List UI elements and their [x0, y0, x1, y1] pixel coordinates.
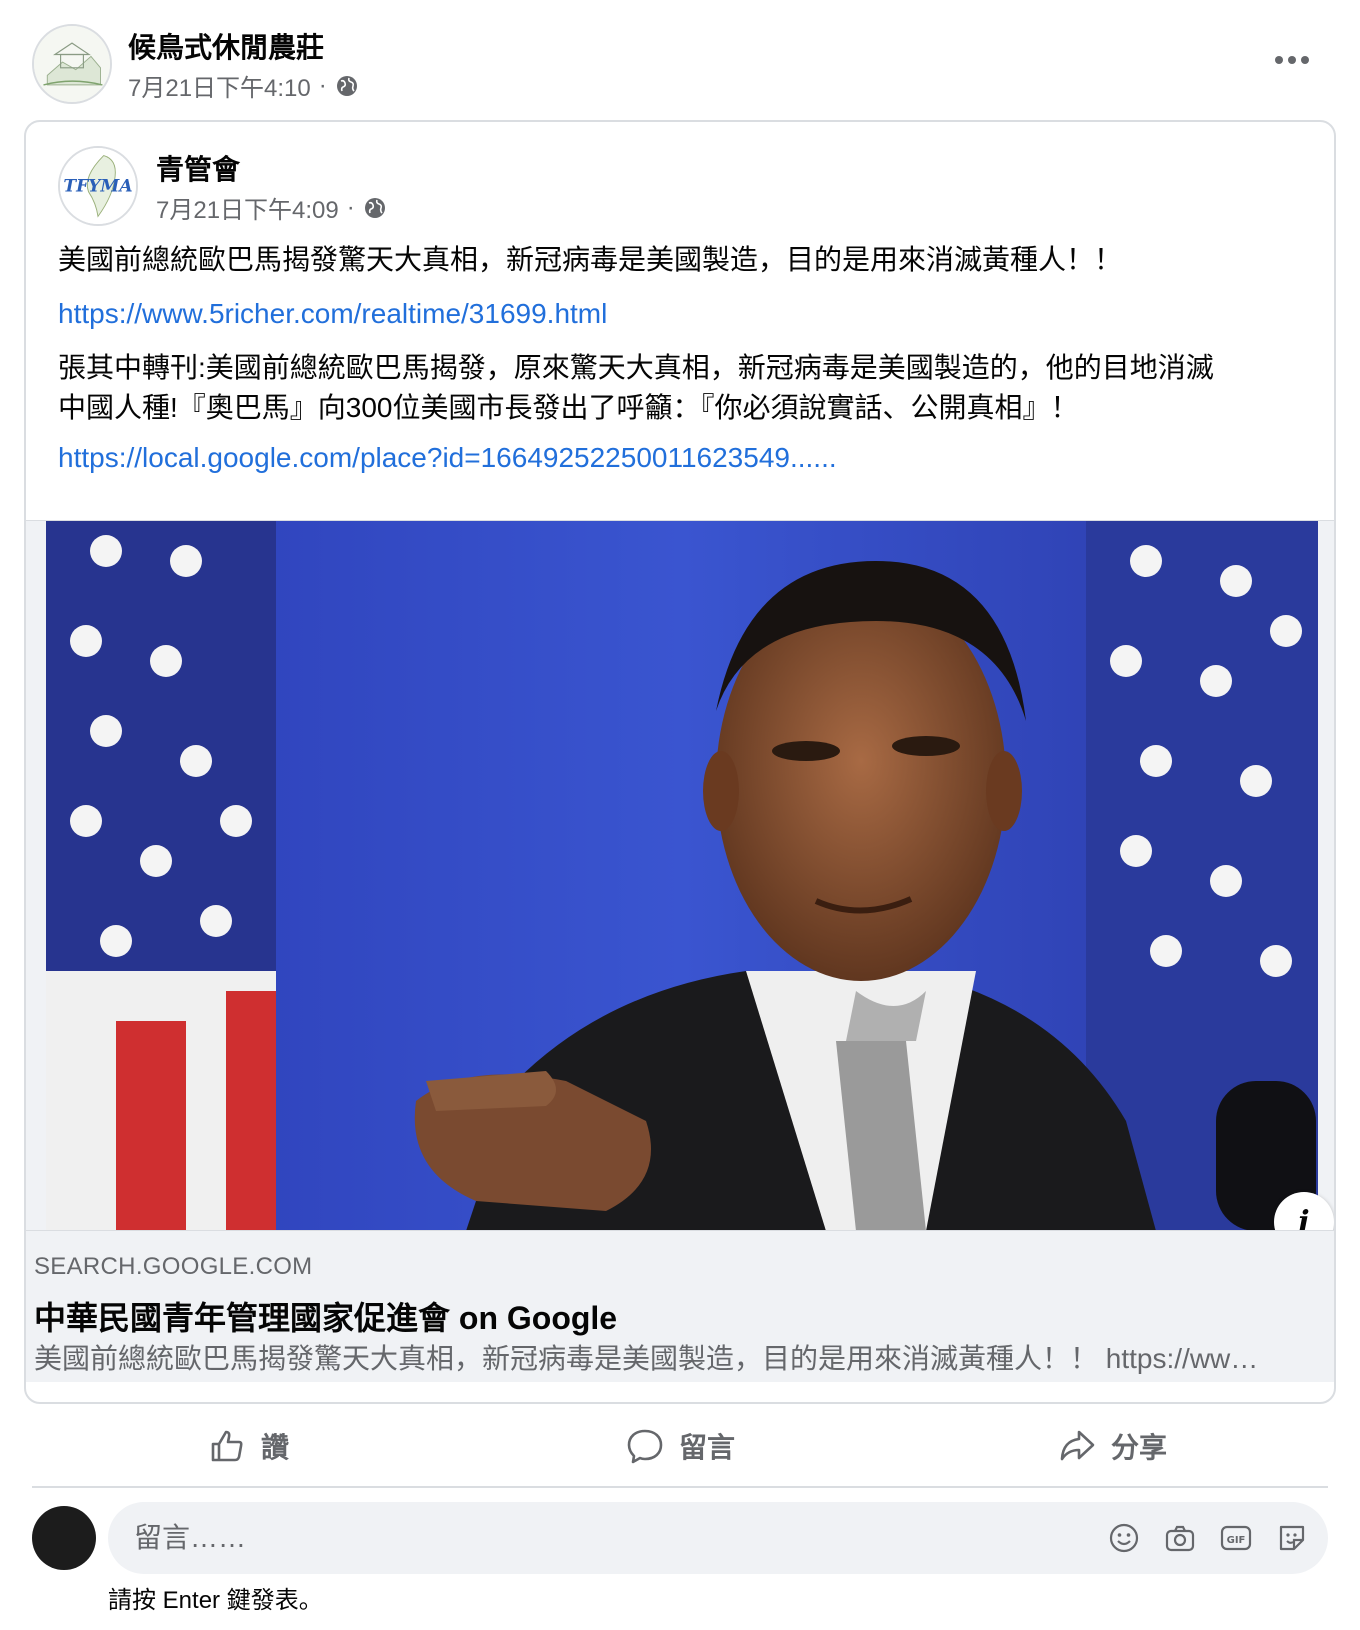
sticker-icon[interactable]	[1276, 1518, 1308, 1558]
farm-logo-icon	[34, 26, 110, 102]
share-button[interactable]: 分享	[896, 1414, 1328, 1478]
like-label: 讚	[260, 1432, 289, 1463]
post-text-para2: 張其中轉刊:美國前總統歐巴馬揭發，原來驚天大真相，新冠病毒是美國製造的，他的目地…	[58, 348, 1318, 428]
like-button[interactable]: 讚	[32, 1414, 464, 1478]
shared-meta-separator: ·	[346, 193, 355, 221]
link-preview-card[interactable]: SEARCH.GOOGLE.COM 中華民國青年管理國家促進會 on Googl…	[26, 1230, 1334, 1382]
shared-post-meta: 7月21日下午4:09 ·	[156, 190, 387, 225]
comment-composer[interactable]: GIF	[108, 1502, 1328, 1574]
post-link-5richer[interactable]: https://www.5richer.com/realtime/31699.h…	[58, 294, 1318, 334]
gif-icon[interactable]: GIF	[1220, 1518, 1252, 1558]
card-title[interactable]: 中華民國青年管理國家促進會 on Google	[34, 1293, 617, 1339]
shared-post: TFYMA 青管會 7月21日下午4:09 · 美國前總統歐巴馬揭發驚天大真相，…	[24, 120, 1336, 1404]
svg-text:GIF: GIF	[1227, 1535, 1246, 1546]
post-link-google[interactable]: https://local.google.com/place?id=166492…	[58, 438, 1318, 478]
comment-label: 留言	[678, 1432, 735, 1463]
tfyma-logo-icon: TFYMA	[60, 148, 136, 224]
share-arrow-icon	[1060, 1430, 1095, 1461]
post-text-line1: 美國前總統歐巴馬揭發驚天大真相，新冠病毒是美國製造，目的是用來消滅黃種人！！	[58, 244, 1123, 275]
meta-separator: ·	[318, 71, 327, 99]
post-actions: 讚 留言 分享	[32, 1414, 1328, 1478]
comment-button[interactable]: 留言	[464, 1414, 896, 1478]
actions-divider	[32, 1486, 1328, 1488]
post-meta: 7月21日下午4:10 ·	[128, 68, 359, 103]
page-avatar[interactable]	[32, 24, 112, 104]
speaker-photo	[46, 521, 1318, 1231]
shared-logo-text: TFYMA	[63, 177, 132, 197]
user-avatar[interactable]	[32, 1506, 96, 1570]
comment-bubble-icon	[627, 1429, 663, 1464]
more-options-icon[interactable]	[1268, 40, 1316, 80]
share-label: 分享	[1110, 1432, 1167, 1463]
comment-tools: GIF	[1108, 1518, 1308, 1558]
feed-post: 候鳥式休閒農莊 7月21日下午4:10 · TFYMA 青管會 7月21日下午4…	[0, 0, 1360, 1630]
post-text-para2-line2: 中國人種!『奧巴馬』向300位美國市長發出了呼籲：『你必須說實話、公開真相』！	[58, 392, 1079, 423]
shared-page-name[interactable]: 青管會	[156, 148, 240, 188]
comment-input[interactable]	[134, 1520, 934, 1556]
card-description: 美國前總統歐巴馬揭發驚天大真相，新冠病毒是美國製造，目的是用來消滅黃種人！！ h…	[34, 1343, 1264, 1374]
emoji-icon[interactable]	[1108, 1518, 1140, 1558]
thumbs-up-icon	[211, 1430, 243, 1462]
globe-icon[interactable]	[335, 74, 359, 98]
link-preview-image[interactable]	[26, 520, 1334, 1231]
shared-page-avatar[interactable]: TFYMA	[58, 146, 138, 226]
camera-icon[interactable]	[1164, 1518, 1196, 1558]
page-name[interactable]: 候鳥式休閒農莊	[128, 26, 324, 66]
card-domain: SEARCH.GOOGLE.COM	[34, 1253, 313, 1280]
enter-to-post-hint: 請按 Enter 鍵發表。	[108, 1587, 323, 1614]
post-text-para2-line1: 張其中轉刊:美國前總統歐巴馬揭發，原來驚天大真相，新冠病毒是美國製造的，他的目地…	[58, 352, 1214, 383]
globe-icon[interactable]	[363, 196, 387, 220]
post-timestamp[interactable]: 7月21日下午4:10	[128, 68, 311, 103]
shared-post-timestamp[interactable]: 7月21日下午4:09	[156, 190, 339, 225]
